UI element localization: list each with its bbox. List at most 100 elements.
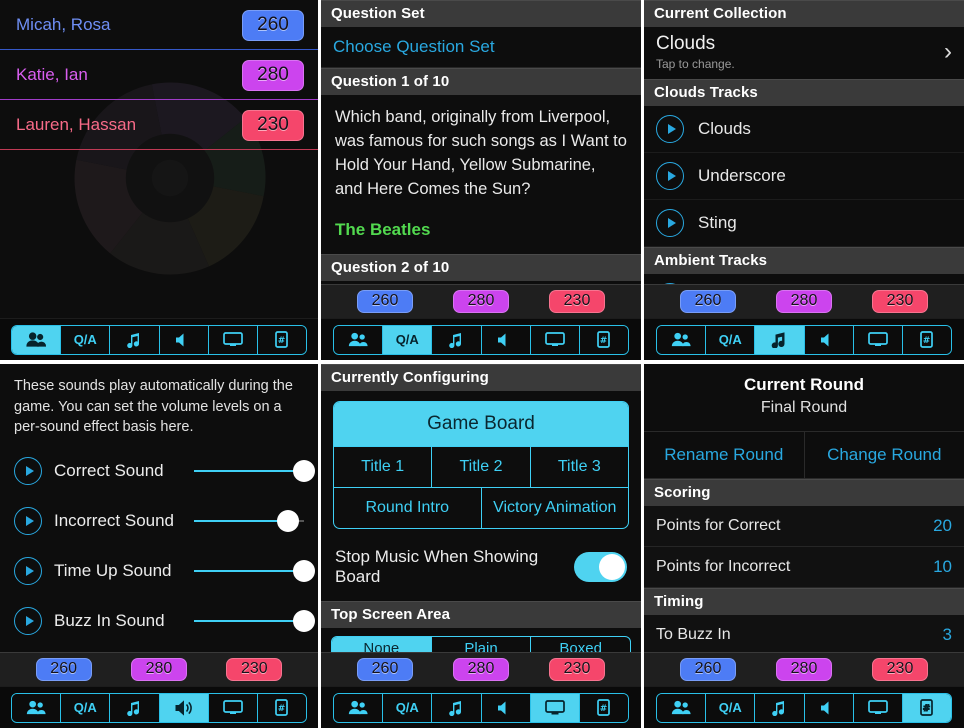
play-icon[interactable] <box>656 115 684 143</box>
play-icon[interactable] <box>14 456 42 485</box>
tab-music[interactable] <box>110 325 160 354</box>
team-row[interactable]: Katie, Ian 280 <box>0 50 318 100</box>
to-buzz-in-row[interactable]: To Buzz In 3 <box>644 615 964 652</box>
tab-teams[interactable] <box>657 325 707 354</box>
panel-sounds: These sounds play automatically during t… <box>0 364 318 728</box>
change-round-button[interactable]: Change Round <box>805 432 964 478</box>
tab-sound[interactable] <box>804 693 854 722</box>
rename-round-button[interactable]: Rename Round <box>644 432 805 478</box>
stop-music-toggle[interactable] <box>574 552 627 582</box>
tab-sound[interactable] <box>159 325 209 354</box>
tab-teams[interactable] <box>657 693 707 722</box>
tab-teams[interactable] <box>334 325 384 354</box>
tab-sound[interactable] <box>481 325 531 354</box>
tab-sound[interactable] <box>159 693 209 722</box>
play-icon[interactable] <box>14 506 42 535</box>
tab-sound[interactable] <box>481 693 531 722</box>
slider-knob[interactable] <box>293 559 315 582</box>
tab-screen[interactable] <box>853 325 903 354</box>
tab-qa[interactable]: Q/A <box>706 325 756 354</box>
track-row[interactable]: Underscore <box>644 153 964 200</box>
tab-screen[interactable] <box>208 693 258 722</box>
tab-screen[interactable] <box>530 325 580 354</box>
section-top-screen-area: Top Screen Area <box>321 601 641 628</box>
section-clouds-tracks: Clouds Tracks <box>644 79 964 106</box>
sound-label: Incorrect Sound <box>54 510 175 530</box>
tab-teams[interactable] <box>12 693 62 722</box>
points-for-incorrect-value: 10 <box>933 557 952 576</box>
tab-qa[interactable]: Q/A <box>383 693 433 722</box>
points-for-correct-row[interactable]: Points for Correct 20 <box>644 506 964 547</box>
section-currently-configuring: Currently Configuring <box>321 364 641 391</box>
tab-teams[interactable] <box>334 693 384 722</box>
tab-qa[interactable]: Q/A <box>383 325 433 354</box>
tab-screen[interactable] <box>530 693 580 722</box>
collection-subtitle: Tap to change. <box>656 57 735 71</box>
tab-qa[interactable]: Q/A <box>61 325 111 354</box>
current-collection-row[interactable]: Clouds Tap to change. › <box>644 27 964 79</box>
volume-slider[interactable] <box>194 508 304 534</box>
tab-bar: Q/A # <box>321 686 641 728</box>
tab-bar: Q/A # <box>0 318 318 360</box>
svg-text:#: # <box>600 336 608 346</box>
answer-text: The Beatles <box>335 219 431 239</box>
team-row[interactable]: Micah, Rosa 260 <box>0 0 318 50</box>
play-icon[interactable] <box>14 556 42 585</box>
tab-music[interactable] <box>432 693 482 722</box>
play-icon[interactable] <box>656 162 684 190</box>
config-round-intro-button[interactable]: Round Intro <box>334 488 482 528</box>
score-pill: 260 <box>357 290 413 313</box>
section-question-set: Question Set <box>321 0 641 27</box>
slider-knob[interactable] <box>293 609 315 632</box>
config-game-board-button[interactable]: Game Board <box>334 402 628 446</box>
sounds-intro-text: These sounds play automatically during t… <box>14 378 293 436</box>
score-bar: 260 280 230 <box>644 284 964 318</box>
score-pill: 280 <box>453 290 509 313</box>
team-score: 230 <box>242 109 304 141</box>
tab-screen[interactable] <box>208 325 258 354</box>
slider-knob[interactable] <box>276 509 299 532</box>
chevron-right-icon: › <box>944 38 952 65</box>
tab-sound[interactable] <box>804 325 854 354</box>
config-title-1-button[interactable]: Title 1 <box>334 447 433 487</box>
track-row[interactable]: Sting <box>644 200 964 247</box>
config-title-2-button[interactable]: Title 2 <box>432 447 531 487</box>
team-score: 260 <box>242 9 304 41</box>
config-title-3-button[interactable]: Title 3 <box>531 447 628 487</box>
segment-none[interactable]: None <box>332 637 432 652</box>
play-icon[interactable] <box>14 606 42 635</box>
volume-slider[interactable] <box>194 458 315 484</box>
tab-teams[interactable] <box>12 325 62 354</box>
sound-label: Buzz In Sound <box>54 610 165 630</box>
tab-keypad[interactable]: # <box>902 325 951 354</box>
segment-boxed[interactable]: Boxed <box>531 637 630 652</box>
track-row[interactable]: Clouds <box>644 106 964 153</box>
volume-slider[interactable] <box>194 608 315 634</box>
choose-question-set-button[interactable]: Choose Question Set <box>321 27 641 68</box>
tab-music[interactable] <box>755 693 805 722</box>
tab-screen[interactable] <box>853 693 903 722</box>
tab-qa[interactable]: Q/A <box>706 693 756 722</box>
config-victory-animation-button[interactable]: Victory Animation <box>482 488 629 528</box>
play-icon[interactable] <box>656 209 684 237</box>
track-row[interactable]: Long tense note <box>644 274 964 284</box>
score-pill: 230 <box>549 658 605 681</box>
tab-qa[interactable]: Q/A <box>61 693 111 722</box>
slider-fill <box>194 519 288 522</box>
team-row[interactable]: Lauren, Hassan 230 <box>0 100 318 150</box>
tab-music[interactable] <box>432 325 482 354</box>
tab-music[interactable] <box>755 325 805 354</box>
current-round-name: Final Round <box>760 399 848 416</box>
sound-row: Buzz In Sound <box>0 596 318 646</box>
tab-keypad[interactable]: # <box>257 693 306 722</box>
tab-bar: Q/A # <box>644 318 964 360</box>
tab-keypad[interactable]: # <box>579 693 628 722</box>
tab-keypad[interactable]: # <box>902 693 951 722</box>
tab-music[interactable] <box>110 693 160 722</box>
points-for-incorrect-row[interactable]: Points for Incorrect 10 <box>644 547 964 588</box>
volume-slider[interactable] <box>194 558 315 584</box>
segment-plain[interactable]: Plain <box>432 637 532 652</box>
tab-keypad[interactable]: # <box>257 325 306 354</box>
tab-keypad[interactable]: # <box>579 325 628 354</box>
slider-knob[interactable] <box>293 459 315 482</box>
